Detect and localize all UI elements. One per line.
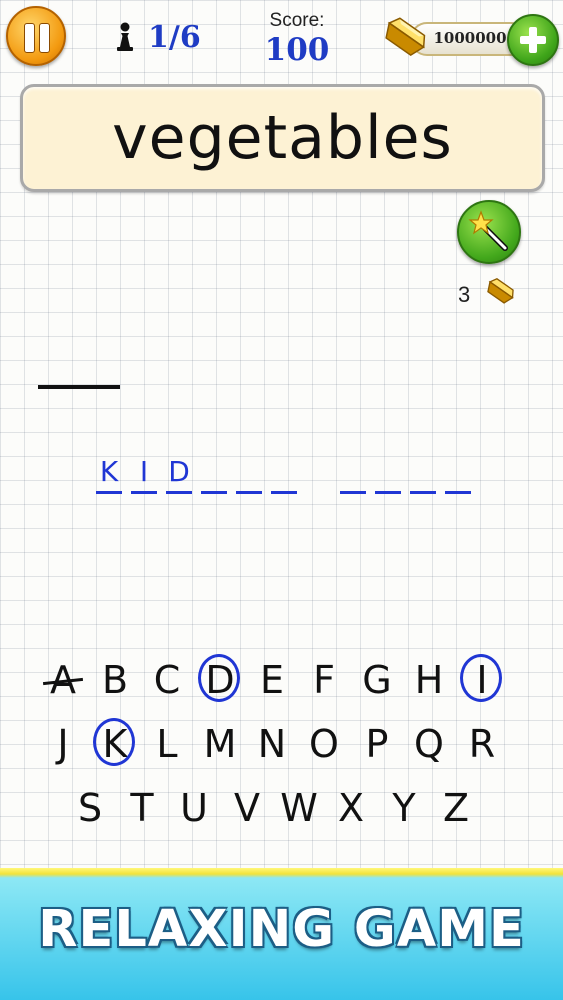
key-z[interactable]: Z: [433, 785, 479, 831]
category-card: vegetables: [20, 84, 545, 192]
key-e[interactable]: E: [249, 657, 295, 703]
key-a[interactable]: A: [40, 657, 86, 703]
key-d[interactable]: D: [197, 654, 243, 703]
key-v[interactable]: V: [224, 785, 270, 831]
key-x[interactable]: X: [328, 785, 374, 831]
key-b[interactable]: B: [92, 657, 138, 703]
key-s[interactable]: S: [67, 785, 113, 831]
key-m[interactable]: M: [197, 721, 243, 767]
letter-slot: I: [131, 455, 157, 494]
letter-slot: [340, 455, 366, 494]
hint-cost: 3: [458, 282, 471, 307]
key-t[interactable]: T: [119, 785, 165, 831]
key-p[interactable]: P: [354, 721, 400, 767]
pause-icon: [24, 23, 35, 53]
pause-icon: [39, 23, 50, 53]
key-r[interactable]: R: [459, 721, 505, 767]
magic-wand-icon: [468, 210, 508, 251]
key-k[interactable]: K: [92, 718, 138, 767]
gold-bar-icon: [385, 17, 426, 57]
gold-bar-icon: [487, 278, 514, 304]
key-w[interactable]: W: [276, 785, 322, 831]
pawn-icon: [117, 22, 133, 51]
letter-slot: D: [166, 455, 192, 494]
category-title: vegetables: [112, 103, 453, 173]
score-value: 100: [264, 32, 330, 68]
letter-slot: [410, 455, 436, 494]
coin-balance: 1000000: [433, 29, 507, 47]
level-indicator: 1/6: [148, 20, 201, 55]
promo-banner-text: RELAXING GAME: [38, 900, 525, 959]
key-y[interactable]: Y: [381, 785, 427, 831]
key-i[interactable]: I: [459, 654, 505, 703]
key-h[interactable]: H: [406, 657, 452, 703]
key-g[interactable]: G: [354, 657, 400, 703]
letter-slot: [445, 455, 471, 494]
pause-button[interactable]: [6, 6, 66, 66]
key-o[interactable]: O: [301, 721, 347, 767]
letter-slot: [236, 455, 262, 494]
key-j[interactable]: J: [40, 721, 86, 767]
key-u[interactable]: U: [171, 785, 217, 831]
score-label: Score:: [269, 10, 325, 31]
key-f[interactable]: F: [301, 657, 347, 703]
hint-button[interactable]: [457, 200, 521, 264]
letter-slot: [375, 455, 401, 494]
letter-slot: K: [96, 455, 122, 494]
key-c[interactable]: C: [144, 657, 190, 703]
letter-slot: [271, 455, 297, 494]
key-l[interactable]: L: [144, 721, 190, 767]
key-q[interactable]: Q: [406, 721, 452, 767]
key-n[interactable]: N: [249, 721, 295, 767]
letter-slot: [201, 455, 227, 494]
plus-icon: [529, 27, 537, 53]
add-coins-button[interactable]: [507, 14, 559, 66]
mistake-indicator: [38, 385, 120, 389]
